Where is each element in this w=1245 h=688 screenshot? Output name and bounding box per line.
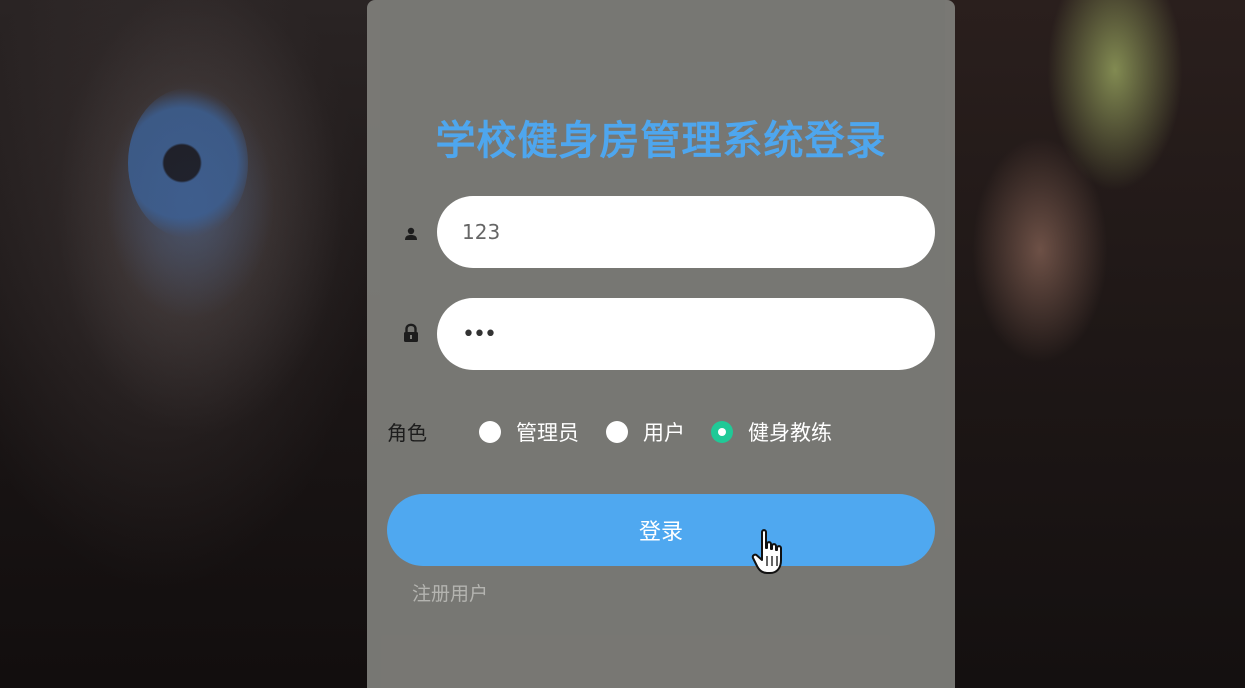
- password-value: •••: [462, 321, 497, 347]
- hand-cursor-icon: [751, 529, 782, 574]
- background-eye: [128, 88, 248, 238]
- radio-user-label[interactable]: 用户: [643, 417, 685, 447]
- radio-admin-label[interactable]: 管理员: [516, 417, 579, 447]
- radio-coach-label[interactable]: 健身教练: [748, 417, 832, 447]
- radio-user[interactable]: [606, 421, 628, 443]
- username-value: 123: [462, 220, 501, 244]
- background-right: [945, 0, 1245, 688]
- login-title: 学校健身房管理系统登录: [435, 118, 887, 164]
- login-panel: 学校健身房管理系统登录 123 ••• 角色 管理员 用户 健身教练 登录 注册…: [367, 0, 955, 688]
- username-input[interactable]: 123: [437, 196, 935, 268]
- lock-icon: [401, 323, 421, 343]
- password-input[interactable]: •••: [437, 298, 935, 370]
- radio-admin[interactable]: [479, 421, 501, 443]
- register-link[interactable]: 注册用户: [412, 579, 488, 606]
- radio-coach[interactable]: [711, 421, 733, 443]
- role-label: 角色: [387, 421, 427, 445]
- login-button[interactable]: 登录: [387, 494, 935, 566]
- user-icon: [401, 224, 421, 244]
